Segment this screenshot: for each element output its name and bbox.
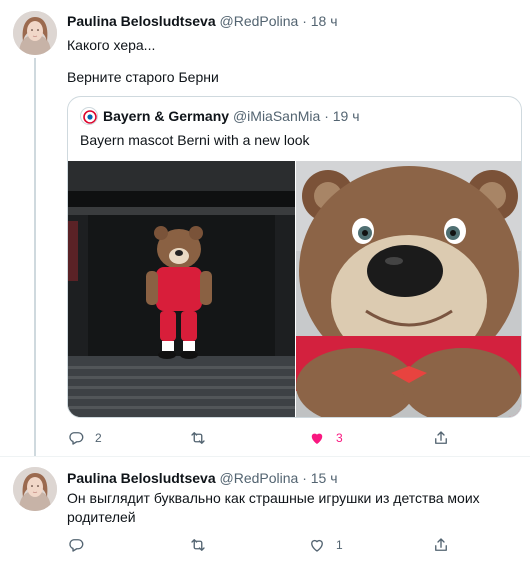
reply-count: 2 bbox=[95, 431, 102, 445]
avatar[interactable] bbox=[13, 11, 57, 55]
author-name[interactable]: Paulina Belosludtseva bbox=[67, 470, 216, 486]
quoted-avatar[interactable] bbox=[80, 107, 98, 125]
quoted-author-handle[interactable]: @iMiaSanMia bbox=[233, 107, 320, 125]
share-button[interactable] bbox=[432, 428, 450, 448]
like-button[interactable]: 1 bbox=[308, 535, 343, 555]
separator-dot: · bbox=[302, 13, 307, 29]
share-icon bbox=[435, 431, 447, 444]
share-icon bbox=[435, 538, 447, 551]
retweet-icon bbox=[191, 432, 205, 444]
avatar[interactable] bbox=[13, 467, 57, 511]
tweet-header: Paulina Belosludtseva @RedPolina · 15 ч bbox=[67, 469, 338, 487]
reply-button[interactable]: 2 bbox=[67, 428, 102, 448]
like-icon bbox=[311, 539, 323, 552]
quoted-timestamp[interactable]: 19 ч bbox=[333, 107, 360, 125]
like-count: 3 bbox=[336, 431, 343, 445]
like-icon bbox=[311, 433, 323, 444]
thread-line bbox=[34, 58, 36, 456]
media-photo-mascot-tunnel[interactable] bbox=[68, 161, 295, 417]
like-count: 1 bbox=[336, 538, 343, 552]
timestamp[interactable]: 15 ч bbox=[311, 470, 338, 486]
quoted-tweet[interactable]: Bayern & Germany @iMiaSanMia · 19 ч Baye… bbox=[67, 96, 522, 418]
tweet-text: Он выглядит буквально как страшные игруш… bbox=[67, 490, 480, 525]
tweet[interactable]: Paulina Belosludtseva @RedPolina · 15 ч … bbox=[0, 456, 530, 561]
quoted-tweet-header: Bayern & Germany @iMiaSanMia · 19 ч bbox=[80, 107, 360, 125]
timestamp[interactable]: 18 ч bbox=[311, 13, 338, 29]
author-name[interactable]: Paulina Belosludtseva bbox=[67, 13, 216, 29]
reply-button[interactable] bbox=[67, 535, 95, 555]
tweet-actions: 1 bbox=[67, 535, 447, 555]
media-photo-mascot-closeup[interactable] bbox=[296, 161, 521, 417]
share-button[interactable] bbox=[432, 535, 450, 555]
reply-icon bbox=[69, 432, 84, 445]
author-handle[interactable]: @RedPolina bbox=[220, 470, 299, 486]
reply-icon bbox=[69, 539, 84, 552]
like-button[interactable]: 3 bbox=[308, 428, 343, 448]
tweet-text-line: Верните старого Берни bbox=[67, 69, 219, 85]
author-handle[interactable]: @RedPolina bbox=[220, 13, 299, 29]
tweet-actions: 2 3 bbox=[67, 428, 447, 448]
quoted-author-name[interactable]: Bayern & Germany bbox=[103, 107, 229, 125]
tweet-text-line: Какого хера... bbox=[67, 37, 156, 53]
tweet[interactable]: Paulina Belosludtseva @RedPolina · 18 ч … bbox=[0, 0, 530, 456]
quoted-tweet-text: Bayern mascot Berni with a new look bbox=[80, 132, 310, 148]
tweet-header: Paulina Belosludtseva @RedPolina · 18 ч bbox=[67, 12, 338, 30]
retweet-button[interactable] bbox=[189, 535, 217, 555]
retweet-icon bbox=[191, 539, 205, 551]
separator-dot: · bbox=[324, 108, 329, 124]
retweet-button[interactable] bbox=[189, 428, 217, 448]
separator-dot: · bbox=[302, 470, 307, 486]
